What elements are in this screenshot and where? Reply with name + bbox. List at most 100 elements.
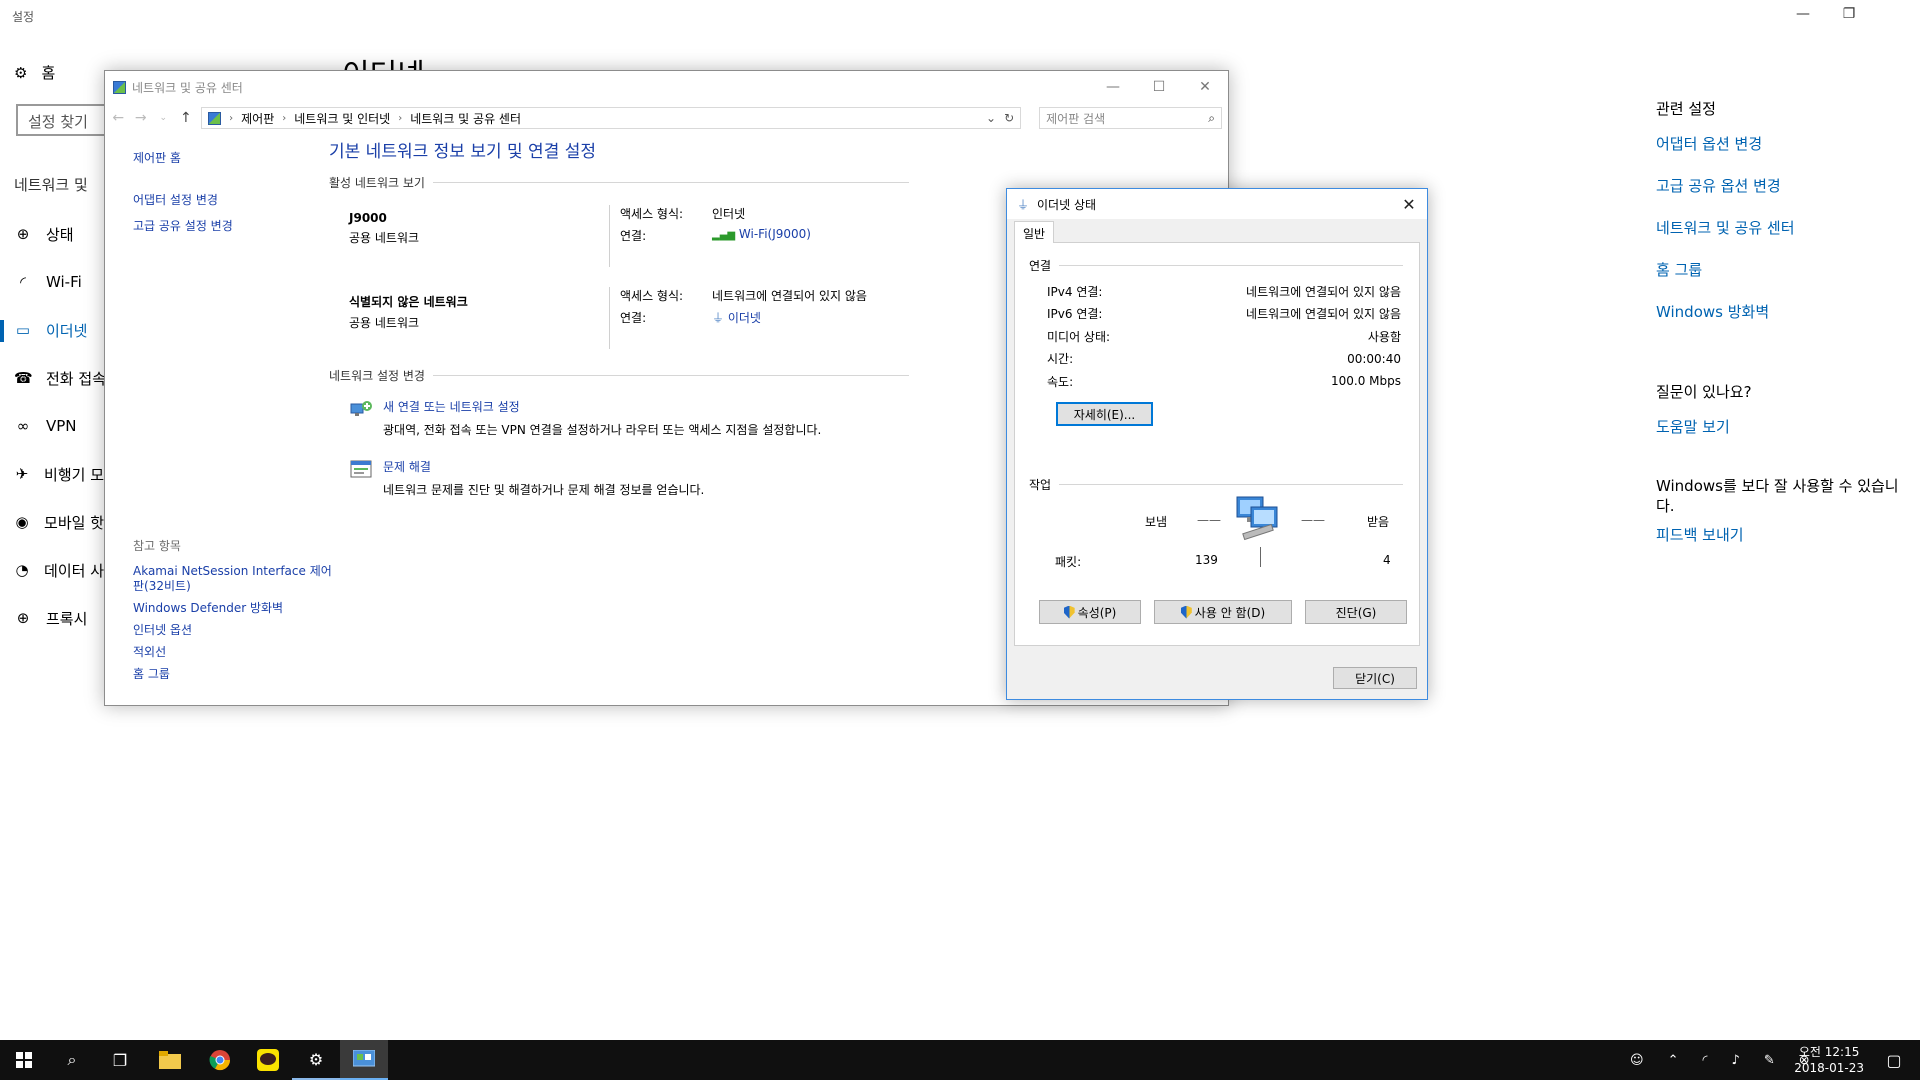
troubleshoot-link[interactable]: 문제 해결 [383, 458, 704, 475]
maximize-button[interactable]: ☐ [1136, 71, 1182, 103]
nav-label: 프록시 [46, 609, 88, 628]
gear-icon: ⚙ [14, 63, 28, 82]
minimize-button[interactable]: — [1780, 6, 1826, 22]
uac-shield-icon [1180, 605, 1192, 619]
nav-item-ethernet[interactable]: ▭ 이더넷 [0, 306, 104, 354]
people-icon[interactable]: ☺ [1630, 1053, 1644, 1068]
see-also-header: 참고 항목 [133, 539, 181, 553]
nav-item-vpn[interactable]: ∞ VPN [0, 402, 104, 450]
settings-home-link[interactable]: ⚙ 홈 [14, 62, 55, 83]
control-panel-search-input[interactable]: 제어판 검색 ⌕ [1039, 107, 1223, 129]
related-heading: 관련 설정 [1656, 100, 1716, 118]
connection-link-wifi[interactable]: ▂▄▆ Wi-Fi(J9000) [712, 227, 811, 244]
airplane-icon: ✈ [15, 465, 29, 483]
see-also-link[interactable]: 홈 그룹 [133, 667, 333, 682]
nav-item-wifi[interactable]: ◜ Wi-Fi [0, 258, 104, 306]
volume-icon[interactable]: ♪ [1732, 1053, 1740, 1068]
forward-arrow-icon[interactable]: → [134, 110, 149, 126]
chevron-right-icon: › [282, 112, 287, 124]
settings-search-input[interactable]: 설정 찾기 [16, 104, 106, 136]
new-connection-link[interactable]: 새 연결 또는 네트워크 설정 [383, 398, 821, 415]
dialog-titlebar[interactable]: ⏚ 이더넷 상태 ✕ [1007, 189, 1427, 219]
address-bar[interactable]: › 제어판 › 네트워크 및 인터넷 › 네트워크 및 공유 센터 ⌄ ↻ [201, 107, 1022, 129]
close-dialog-button[interactable]: 닫기(C) [1333, 667, 1417, 689]
pen-icon[interactable]: ✎ [1764, 1053, 1775, 1068]
received-label: 받음 [1367, 515, 1390, 529]
ethernet-plug-icon: ⏚ [712, 311, 725, 325]
dialog-tabs: 일반 [1007, 219, 1427, 243]
breadcrumb-item[interactable]: 네트워크 및 인터넷 [294, 110, 390, 127]
restore-button[interactable]: ❐ [1826, 6, 1872, 22]
related-link-sharing-center[interactable]: 네트워크 및 공유 센터 [1656, 217, 1906, 238]
packets-label: 패킷: [1055, 555, 1082, 569]
disable-button[interactable]: 사용 안 함(D) [1154, 600, 1292, 624]
file-explorer-icon[interactable] [146, 1040, 194, 1080]
start-icon[interactable] [0, 1040, 48, 1080]
control-panel-taskbar-icon[interactable] [340, 1040, 388, 1080]
active-networks-header: 활성 네트워크 보기 [329, 174, 909, 191]
properties-button[interactable]: 속성(P) [1039, 600, 1141, 624]
see-also-link[interactable]: Akamai NetSession Interface 제어판(32비트) [133, 564, 333, 594]
help-link[interactable]: 도움말 보기 [1656, 416, 1906, 437]
feedback-link[interactable]: 피드백 보내기 [1656, 524, 1906, 545]
chrome-icon[interactable] [196, 1040, 244, 1080]
network-type: 공용 네트워크 [349, 316, 420, 330]
nav-item-data-usage[interactable]: ◔ 데이터 사 [0, 546, 104, 594]
up-arrow-icon[interactable]: ↑ [179, 110, 194, 126]
tab-general[interactable]: 일반 [1014, 221, 1055, 243]
related-link-advanced-sharing[interactable]: 고급 공유 옵션 변경 [1656, 175, 1906, 196]
nav-label: 이더넷 [46, 321, 88, 340]
close-button[interactable]: ✕ [1397, 192, 1421, 216]
kakaotalk-icon[interactable] [244, 1040, 292, 1080]
stat-key: 시간: [1047, 352, 1074, 367]
nav-label: 비행기 모 [44, 465, 104, 484]
access-value: 네트워크에 연결되어 있지 않음 [712, 289, 867, 303]
see-also-link[interactable]: Windows Defender 방화벽 [133, 601, 333, 616]
network-activity-icon [1236, 496, 1278, 541]
nav-item-proxy[interactable]: ⊕ 프록시 [0, 594, 104, 642]
action-center-icon[interactable]: ▢ [1870, 1040, 1918, 1080]
diagnose-button[interactable]: 진단(G) [1305, 600, 1407, 624]
see-also-link[interactable]: 적외선 [133, 645, 333, 660]
stat-value: 100.0 Mbps [1330, 374, 1401, 389]
related-link-firewall[interactable]: Windows 방화벽 [1656, 301, 1906, 322]
nav-item-airplane[interactable]: ✈ 비행기 모 [0, 450, 104, 498]
better-text: Windows를 보다 잘 사용할 수 있습니다. [1656, 477, 1899, 515]
uac-shield-icon [1063, 605, 1075, 619]
advanced-sharing-settings-link[interactable]: 고급 공유 설정 변경 [133, 217, 333, 234]
dialog-title: 이더넷 상태 [1037, 197, 1097, 212]
control-panel-home-link[interactable]: 제어판 홈 [133, 149, 333, 166]
nsc-titlebar[interactable]: 네트워크 및 공유 센터 — ☐ ✕ [105, 71, 1228, 103]
minimize-button[interactable]: — [1090, 71, 1136, 103]
nav-item-hotspot[interactable]: ◉ 모바일 핫 [0, 498, 104, 546]
settings-gear-icon[interactable]: ⚙ [292, 1040, 340, 1080]
chevron-down-icon[interactable]: ⌄ [986, 111, 996, 125]
nav-item-dialup[interactable]: ☎ 전화 접속 [0, 354, 104, 402]
chevron-up-icon[interactable]: ⌃ [1668, 1053, 1679, 1068]
see-also-link[interactable]: 인터넷 옵션 [133, 623, 333, 638]
search-icon[interactable]: ⌕ [48, 1040, 96, 1080]
related-link-adapter[interactable]: 어댑터 옵션 변경 [1656, 133, 1906, 154]
tab-general-panel: 연결 IPv4 연결: 네트워크에 연결되어 있지 않음 IPv6 연결: 네트워크… [1014, 242, 1420, 646]
button-label: 사용 안 함(D) [1194, 605, 1266, 620]
network-name: J9000 [349, 211, 387, 225]
nav-item-status[interactable]: ⊕ 상태 [0, 210, 104, 258]
received-dash: —— [1301, 513, 1325, 527]
breadcrumb-item[interactable]: 제어판 [241, 110, 274, 127]
taskbar-clock[interactable]: 오전 12:15 2018-01-23 [1794, 1044, 1864, 1076]
back-arrow-icon[interactable]: ← [111, 110, 126, 126]
related-link-homegroup[interactable]: 홈 그룹 [1656, 259, 1906, 280]
clock-date: 2018-01-23 [1794, 1061, 1864, 1075]
task-view-icon[interactable]: ❐ [96, 1040, 144, 1080]
new-connection-icon [350, 401, 372, 416]
stat-key: IPv6 연결: [1047, 307, 1103, 322]
settings-app-title: 설정 [12, 10, 35, 24]
details-button[interactable]: 자세히(E)... [1056, 402, 1153, 426]
change-adapter-settings-link[interactable]: 어댑터 설정 변경 [133, 191, 333, 208]
connection-link-ethernet[interactable]: ⏚ 이더넷 [712, 309, 761, 326]
network-tray-icon[interactable]: ◜ [1702, 1053, 1707, 1068]
close-button[interactable]: ✕ [1182, 71, 1228, 103]
recent-chevron-icon[interactable]: ⌄ [156, 113, 171, 123]
refresh-icon[interactable]: ↻ [1004, 111, 1014, 125]
breadcrumb-item[interactable]: 네트워크 및 공유 센터 [410, 110, 521, 127]
